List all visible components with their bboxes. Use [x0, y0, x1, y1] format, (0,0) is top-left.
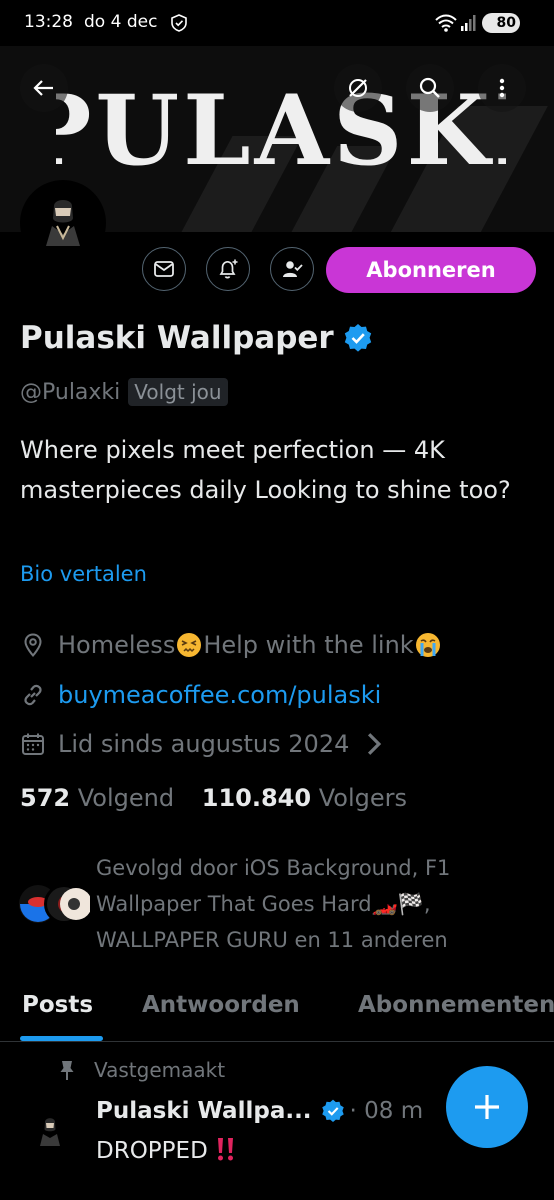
following-label: Volgend [77, 784, 175, 812]
grok-icon [349, 79, 367, 97]
follow-counts: 572 Volgend 110.840 Volgers [20, 784, 407, 812]
website-link[interactable]: buymeacoffee.com/pulaski [58, 681, 381, 709]
grok-button[interactable] [334, 64, 382, 112]
post-verified-badge-icon [321, 1099, 344, 1123]
post-header: Pulaski Wallpa... · 08 m [96, 1098, 423, 1124]
location-row: Homeless Help with the link [20, 628, 442, 662]
followers-count-link[interactable]: 110.840 Volgers [202, 784, 407, 812]
translate-bio-link[interactable]: Bio vertalen [20, 562, 147, 586]
following-button[interactable] [270, 247, 314, 291]
tab-subscriptions[interactable]: Abonnementen [358, 992, 554, 1018]
back-button[interactable] [20, 64, 68, 112]
followers-count: 110.840 [201, 784, 312, 812]
profile-avatar[interactable] [20, 180, 106, 266]
link-icon [24, 684, 42, 706]
location-text-1: Homeless [58, 631, 176, 659]
post-avatar-figure-icon [28, 1110, 72, 1154]
joined-text: Lid sinds augustus 2024 [58, 730, 350, 758]
handle-row: @Pulaxki Volgt jou [20, 378, 228, 406]
followed-by-text: Gevolgd door iOS Background, F1 Wallpape… [96, 856, 451, 952]
tab-posts[interactable]: Posts [22, 992, 93, 1018]
verified-badge-icon [344, 324, 371, 352]
profile-handle: @Pulaxki [20, 379, 121, 405]
mail-icon [154, 261, 174, 277]
search-icon [419, 77, 440, 98]
status-bar: 13:28 do 4 dec 80 [0, 0, 554, 46]
pin-icon [60, 1061, 74, 1080]
profile-name: Pulaski Wallpaper [20, 320, 334, 356]
post-time: · 08 m [349, 1098, 424, 1124]
followers-label: Volgers [318, 784, 407, 812]
plus-icon [475, 1095, 499, 1119]
more-button[interactable] [478, 64, 526, 112]
pinned-label: Vastgemaakt [94, 1058, 226, 1082]
website-row[interactable]: buymeacoffee.com/pulaski [20, 678, 381, 712]
bell-plus-icon [219, 259, 238, 279]
following-count: 572 [20, 784, 71, 812]
notifications-button[interactable] [206, 247, 250, 291]
crying-face-icon [415, 632, 441, 658]
double-exclamation-icon [218, 1138, 234, 1161]
post-text-row: DROPPED [96, 1136, 237, 1164]
persevering-face-icon [176, 632, 202, 658]
follows-you-badge: Volgt jou [128, 378, 228, 406]
pinned-indicator: Vastgemaakt [58, 1058, 225, 1082]
post-text: DROPPED [96, 1138, 208, 1164]
status-date: do 4 dec [84, 12, 158, 32]
calendar-icon [22, 733, 44, 755]
shield-icon [171, 14, 187, 32]
battery-indicator: 80 [482, 13, 520, 33]
following-count-link[interactable]: 572 Volgend [20, 784, 174, 812]
avatar-figure-icon [24, 184, 102, 262]
location-text-2: Help with the link [203, 631, 414, 659]
back-arrow-icon [33, 80, 53, 96]
profile-name-row: Pulaski Wallpaper [20, 318, 374, 358]
profile-bio: Where pixels meet perfection — 4K master… [20, 436, 511, 504]
active-tab-indicator [20, 1036, 103, 1041]
tab-replies[interactable]: Antwoorden [142, 992, 300, 1018]
post-avatar[interactable] [28, 1110, 72, 1154]
status-time: 13:28 [24, 12, 73, 32]
more-vertical-icon [499, 78, 505, 98]
profile-tabs: Posts Antwoorden Abonnementen [0, 986, 554, 1042]
message-button[interactable] [142, 247, 186, 291]
subscribe-button[interactable]: Abonneren [326, 247, 536, 293]
search-button[interactable] [406, 64, 454, 112]
wifi-icon [435, 14, 457, 32]
chevron-right-icon [368, 733, 382, 755]
mutual-avatars-icon [19, 884, 92, 924]
signal-icon [461, 15, 476, 31]
post-author[interactable]: Pulaski Wallpa... [96, 1098, 312, 1124]
joined-row[interactable]: Lid sinds augustus 2024 [20, 727, 399, 761]
user-check-icon [283, 261, 303, 277]
location-pin-icon [24, 633, 42, 658]
followed-by-section[interactable]: Gevolgd door iOS Background, F1 Wallpape… [18, 850, 538, 960]
followed-by-avatars [18, 884, 92, 924]
compose-button[interactable] [446, 1066, 528, 1148]
